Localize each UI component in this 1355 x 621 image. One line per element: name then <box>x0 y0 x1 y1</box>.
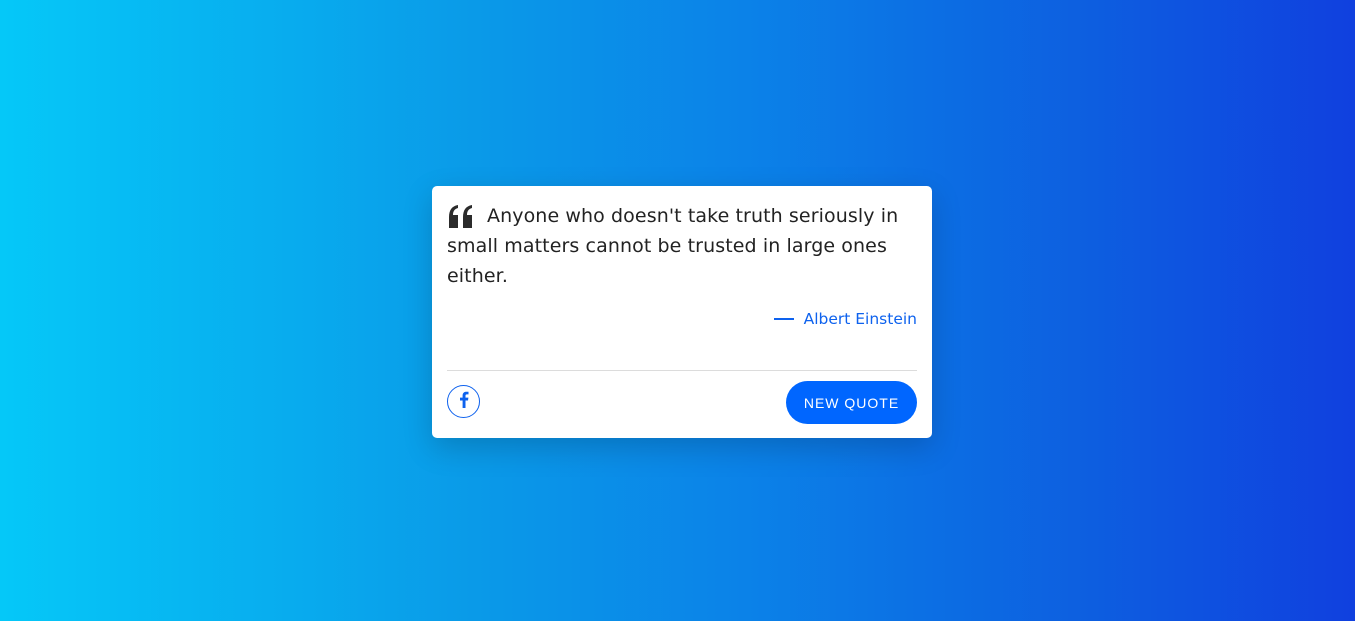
author-name: Albert Einstein <box>803 310 917 328</box>
facebook-icon <box>459 391 469 412</box>
quote-left-icon <box>447 205 475 231</box>
new-quote-button[interactable]: NEW QUOTE <box>786 381 917 424</box>
author-dash <box>773 318 794 320</box>
quote-block: Anyone who doesn't take truth seriously … <box>447 201 917 291</box>
author-row: Albert Einstein <box>773 310 917 328</box>
quote-text-container: Anyone who doesn't take truth seriously … <box>447 201 917 291</box>
quote-text: Anyone who doesn't take truth seriously … <box>447 205 899 287</box>
facebook-share-button[interactable] <box>447 385 480 418</box>
quote-card: Anyone who doesn't take truth seriously … <box>432 186 932 438</box>
divider <box>447 370 917 371</box>
